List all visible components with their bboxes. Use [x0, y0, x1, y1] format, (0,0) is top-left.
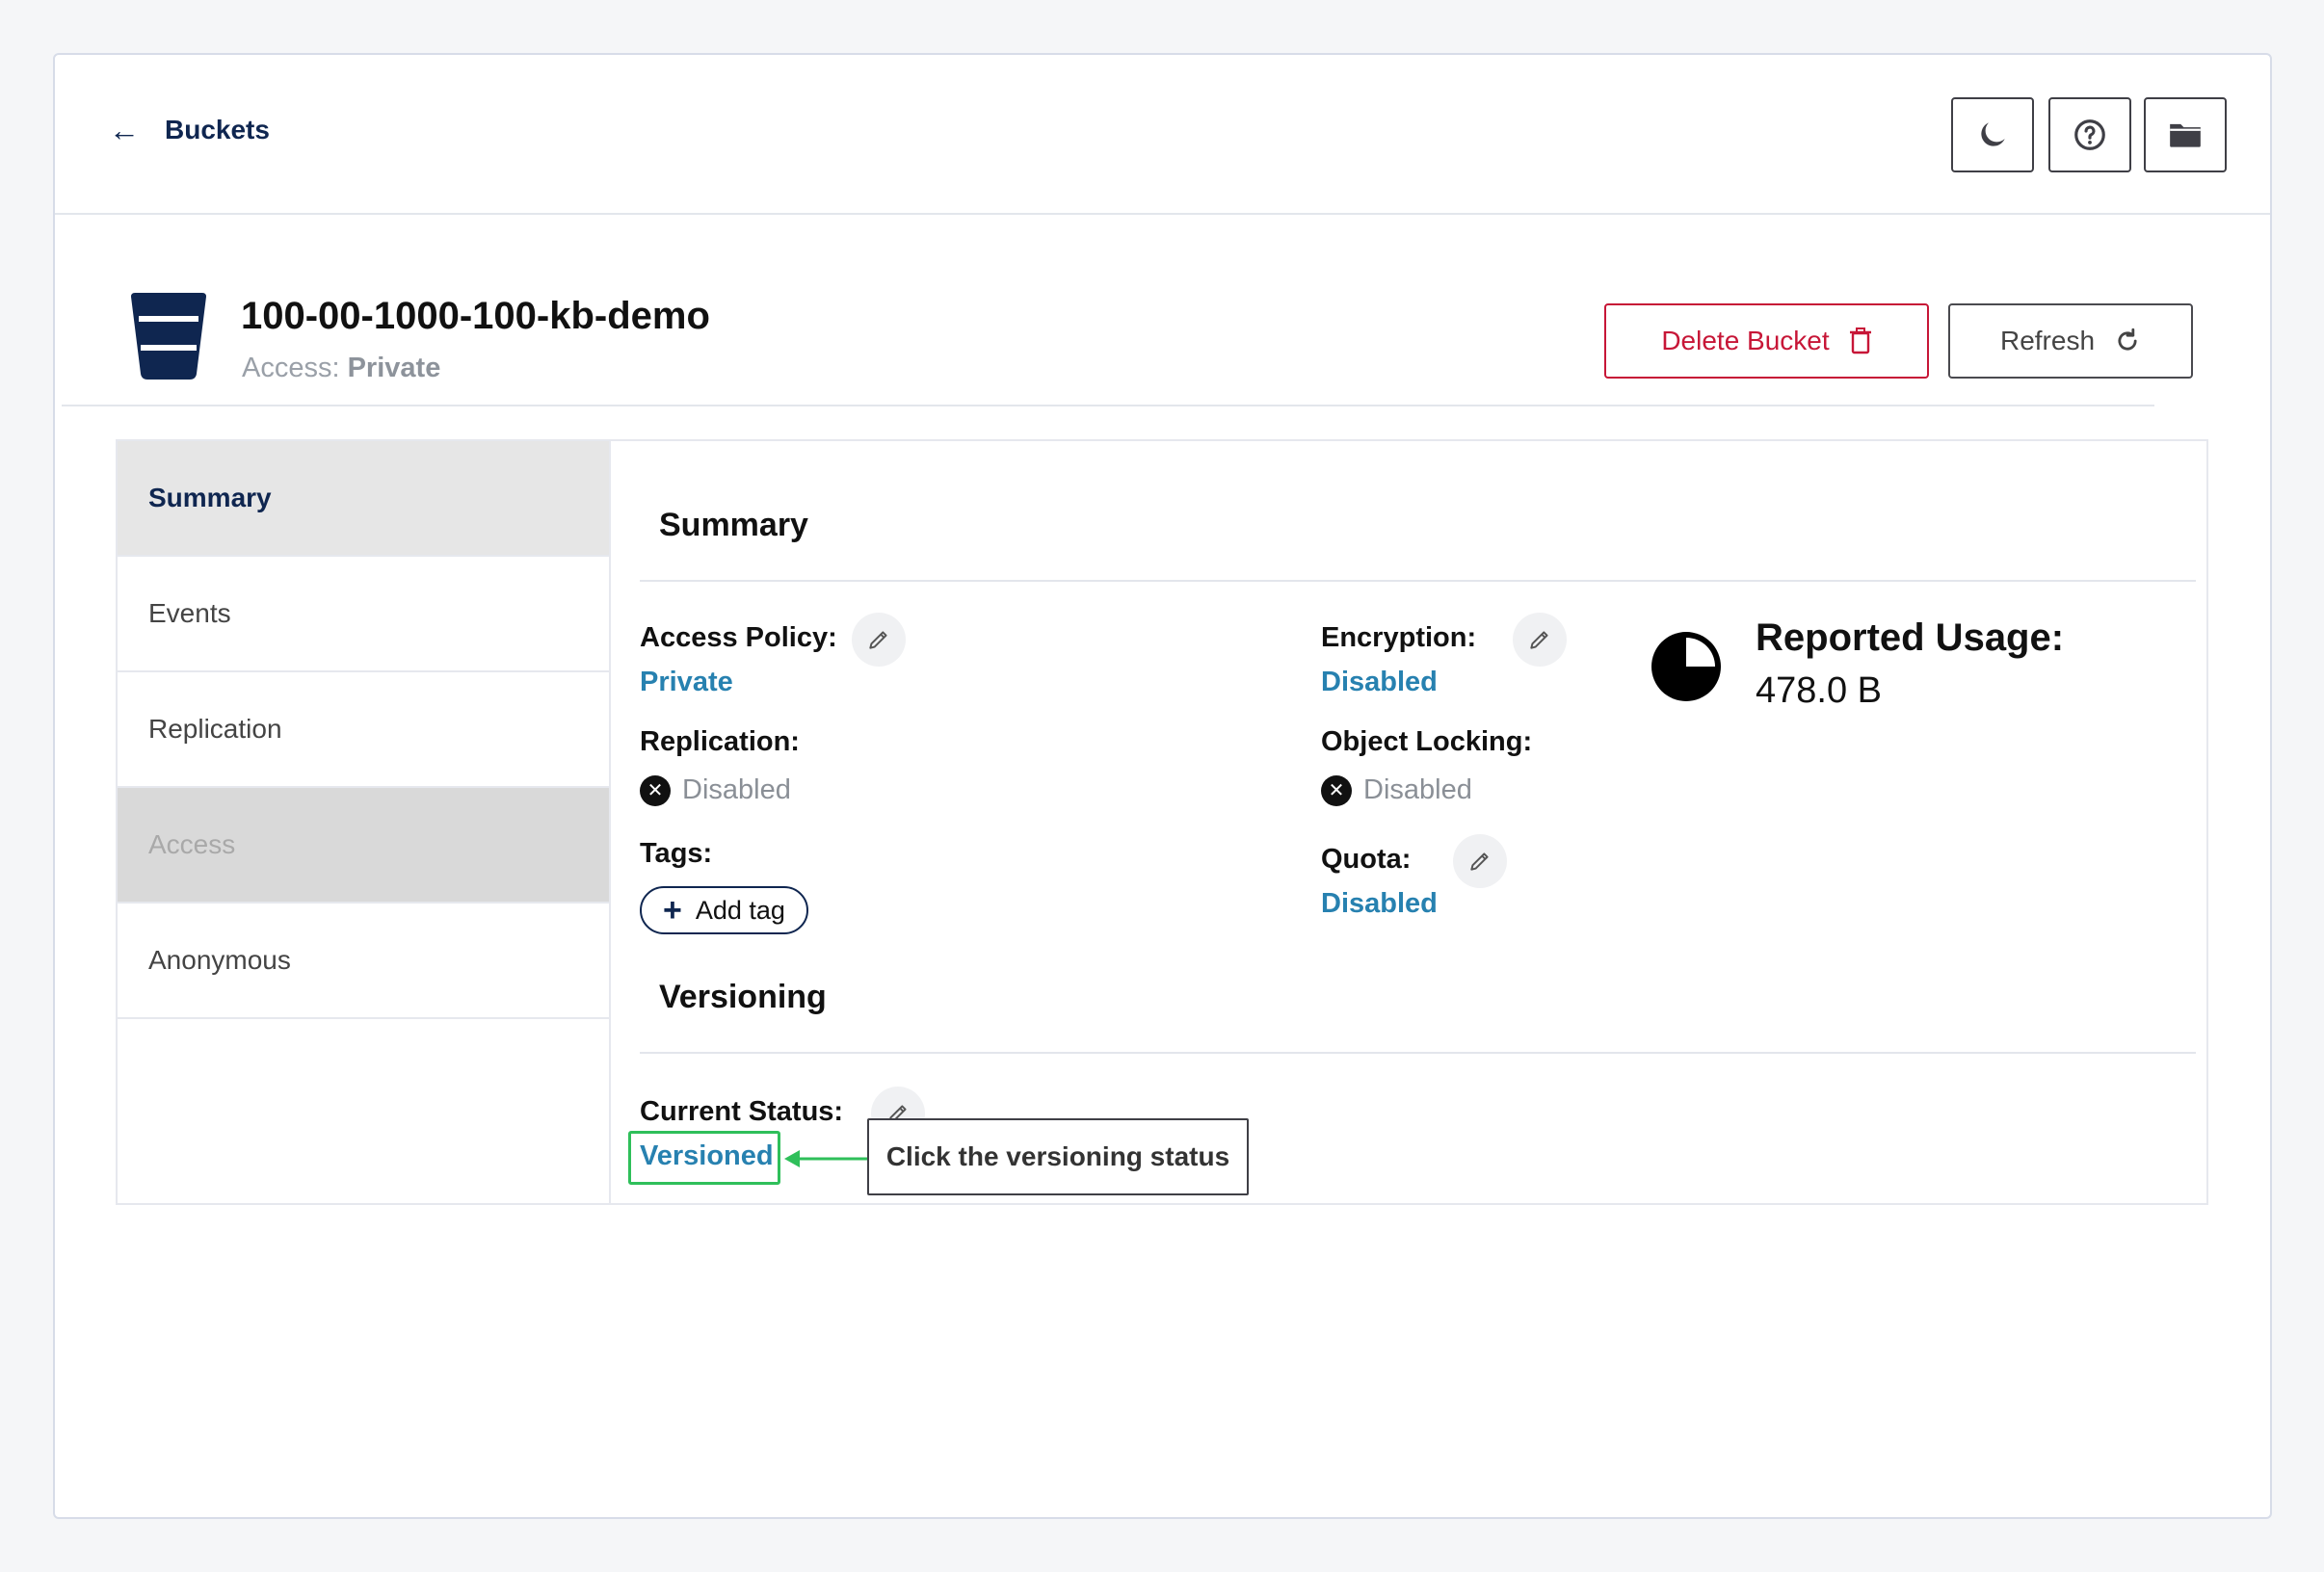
pencil-icon [1530, 631, 1548, 649]
annotation-tooltip: Click the versioning status [867, 1118, 1249, 1195]
arrow-left-icon: ← [109, 113, 140, 147]
bucket-header: 100-00-1000-100-kb-demo Access: Private … [62, 231, 2193, 406]
plus-icon: + [663, 892, 682, 929]
annotation-arrow-icon [784, 1150, 867, 1167]
summary-content: Summary Access Policy: Private Replicati… [611, 441, 2206, 1203]
refresh-button[interactable]: Refresh [1948, 303, 2193, 379]
back-label: Buckets [165, 115, 270, 144]
add-tag-button[interactable]: + Add tag [640, 886, 808, 934]
delete-bucket-button[interactable]: Delete Bucket [1604, 303, 1929, 379]
tags-label: Tags: [640, 838, 713, 869]
refresh-label: Refresh [1999, 326, 2096, 355]
access-prefix: Access: [242, 353, 340, 383]
bucket-sidenav: Summary Events Replication Access Anonym… [118, 441, 611, 1203]
object-browser-button[interactable] [2144, 97, 2227, 172]
nav-item-anonymous[interactable]: Anonymous [118, 904, 609, 1019]
trash-icon [1849, 328, 1871, 354]
add-tag-label: Add tag [695, 895, 785, 925]
help-icon [2074, 119, 2105, 150]
access-policy-label: Access Policy: [640, 622, 837, 653]
quota-value[interactable]: Disabled [1321, 888, 1438, 920]
folder-icon [2170, 123, 2201, 147]
replication-label: Replication: [640, 726, 800, 757]
top-bar: ← Buckets [55, 55, 2270, 215]
bucket-name: 100-00-1000-100-kb-demo [241, 295, 710, 337]
current-status-label: Current Status: [640, 1096, 844, 1127]
delete-bucket-label: Delete Bucket [1661, 326, 1830, 355]
disabled-x-icon: ✕ [640, 774, 671, 806]
bucket-icon [131, 293, 206, 380]
disabled-x-icon: ✕ [1321, 774, 1352, 806]
edit-access-policy-button[interactable] [852, 613, 906, 667]
nav-item-access: Access [118, 788, 609, 904]
usage-pie-icon [1651, 632, 1721, 701]
object-locking-status: ✕ Disabled [1321, 774, 1472, 806]
nav-item-events[interactable]: Events [118, 557, 609, 672]
nav-item-replication[interactable]: Replication [118, 672, 609, 788]
encryption-label: Encryption: [1321, 622, 1477, 653]
summary-divider [640, 580, 2196, 582]
nav-item-summary[interactable]: Summary [118, 441, 609, 557]
edit-quota-button[interactable] [1453, 834, 1507, 888]
moon-icon [1981, 122, 2005, 146]
reported-usage-value: 478.0 B [1756, 670, 1882, 711]
versioning-divider [640, 1052, 2196, 1054]
edit-encryption-button[interactable] [1513, 613, 1567, 667]
dark-mode-button[interactable] [1951, 97, 2034, 172]
access-value: Private [347, 353, 441, 383]
access-policy-value[interactable]: Private [640, 667, 733, 698]
quota-label: Quota: [1321, 844, 1412, 875]
object-locking-label: Object Locking: [1321, 726, 1533, 757]
refresh-icon [2118, 328, 2137, 351]
encryption-value[interactable]: Disabled [1321, 667, 1438, 698]
versioning-title: Versioning [659, 979, 827, 1015]
object-locking-value: Disabled [1363, 774, 1472, 805]
back-to-buckets-link[interactable]: ← Buckets [109, 115, 270, 145]
summary-title: Summary [659, 507, 808, 543]
pencil-icon [1470, 852, 1489, 871]
pencil-icon [869, 631, 887, 649]
help-button[interactable] [2048, 97, 2131, 172]
bucket-details-panel: Summary Events Replication Access Anonym… [116, 439, 2208, 1205]
bucket-access: Access: Private [242, 353, 440, 384]
reported-usage-label: Reported Usage: [1756, 616, 2065, 659]
versioning-status-value[interactable]: Versioned [640, 1140, 774, 1172]
replication-value: Disabled [682, 774, 791, 805]
replication-status: ✕ Disabled [640, 774, 791, 806]
